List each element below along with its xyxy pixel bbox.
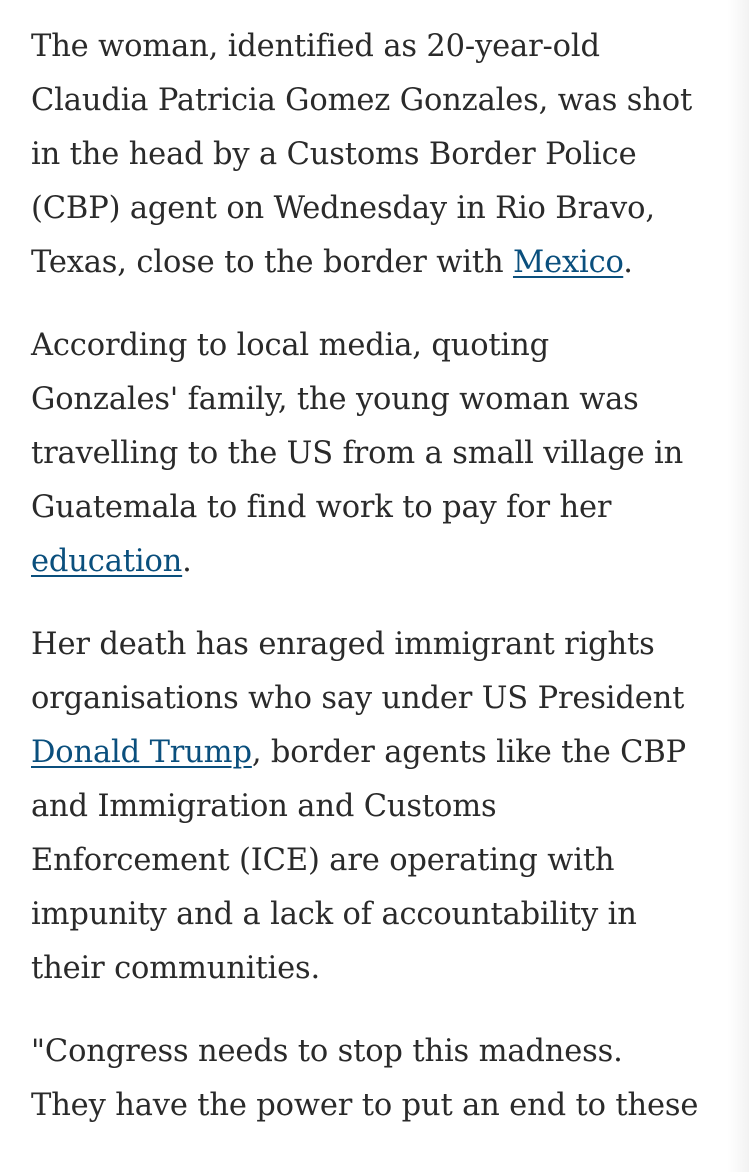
paragraph-line: in the head by a Customs Border Police (31, 137, 637, 172)
article-paragraph-3: Her death has enraged immigrant rights o… (31, 618, 731, 996)
paragraph-line: The woman, identified as 20-year-old (31, 29, 600, 64)
mexico-link[interactable]: Mexico (513, 245, 623, 280)
education-link[interactable]: education (31, 544, 182, 579)
line-text: . (182, 544, 192, 579)
donald-trump-link[interactable]: Donald Trump (31, 735, 252, 770)
paragraph-line: Gonzales' family, the young woman was (31, 382, 639, 417)
paragraph-line: education. (31, 535, 731, 589)
paragraph-line: Her death has enraged immigrant rights (31, 627, 655, 662)
paragraph-line: travelling to the US from a small villag… (31, 436, 684, 471)
paragraph-line: Enforcement (ICE) are operating with (31, 843, 615, 878)
line-text: Texas, close to the border with (31, 245, 513, 280)
article-paragraph-2: According to local media, quoting Gonzal… (31, 319, 731, 589)
line-text: , border agents like the CBP (251, 735, 687, 770)
paragraph-line: organisations who say under US President (31, 681, 685, 716)
paragraph-line: impunity and a lack of accountability in (31, 897, 637, 932)
paragraph-line: Texas, close to the border with Mexico. (31, 236, 731, 290)
article-paragraph-1: The woman, identified as 20-year-old Cla… (31, 20, 731, 290)
article-paragraph-4: "Congress needs to stop this madness. Th… (31, 1025, 731, 1133)
paragraph-line: Donald Trump, border agents like the CBP (31, 726, 731, 780)
paragraph-line: and Immigration and Customs (31, 789, 497, 824)
paragraph-line: "Congress needs to stop this madness. (31, 1034, 623, 1069)
article-body: The woman, identified as 20-year-old Cla… (31, 20, 731, 1162)
paragraph-line: (CBP) agent on Wednesday in Rio Bravo, (31, 191, 655, 226)
paragraph-line: Guatemala to find work to pay for her (31, 490, 612, 525)
paragraph-line: According to local media, quoting (31, 328, 550, 363)
paragraph-line: their communities. (31, 951, 321, 986)
line-text: . (623, 245, 633, 280)
paragraph-line: They have the power to put an end to the… (31, 1088, 699, 1123)
paragraph-line: Claudia Patricia Gomez Gonzales, was sho… (31, 83, 693, 118)
